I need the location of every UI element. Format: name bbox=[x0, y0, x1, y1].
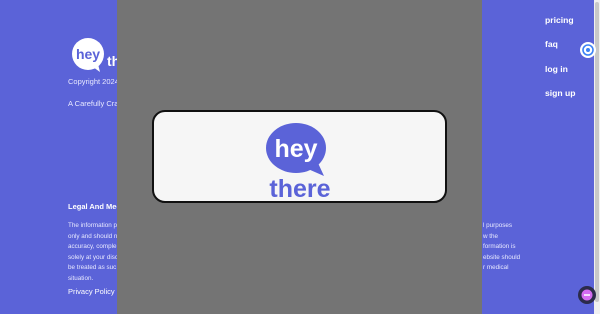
legal-text-left: The information p only and should n accu… bbox=[68, 221, 118, 285]
legal-title: Legal And Med bbox=[68, 202, 122, 211]
copyright-text: Copyright 2024 bbox=[68, 77, 119, 86]
legal-text-right: l purposes w the formation is ebsite sho… bbox=[483, 221, 520, 274]
splash-modal: hey there bbox=[152, 110, 447, 203]
legal-line: The information p bbox=[68, 222, 118, 229]
logo-word-hey: hey bbox=[274, 135, 317, 163]
legal-line: solely at your disc bbox=[68, 253, 119, 261]
legal-line: situation. bbox=[68, 274, 94, 282]
footer-logo[interactable]: hey th bbox=[67, 38, 123, 72]
svg-text:hey: hey bbox=[76, 46, 100, 62]
tagline-text: A Carefully Craft bbox=[68, 99, 123, 108]
chat-icon bbox=[581, 289, 593, 301]
chat-widget-button[interactable] bbox=[578, 286, 596, 304]
privacy-policy-link[interactable]: Privacy Policy bbox=[68, 287, 115, 296]
legal-line: l purposes bbox=[483, 222, 513, 229]
footer-nav: pricing faq log in sign up bbox=[545, 15, 576, 113]
translate-icon bbox=[582, 44, 594, 56]
nav-login-link[interactable]: log in bbox=[545, 64, 576, 88]
nav-signup-link[interactable]: sign up bbox=[545, 88, 576, 112]
legal-line: ebsite should bbox=[483, 253, 521, 261]
logo-word-there: there bbox=[269, 175, 330, 200]
legal-line: accuracy, comple bbox=[68, 243, 117, 251]
nav-pricing-link[interactable]: pricing bbox=[545, 15, 576, 39]
legal-line: be treated as suc bbox=[68, 264, 117, 272]
hey-there-logo: hey there bbox=[266, 123, 331, 200]
legal-line: only and should n bbox=[68, 232, 118, 240]
translate-widget-button[interactable] bbox=[580, 42, 596, 58]
nav-faq-link[interactable]: faq bbox=[545, 39, 576, 63]
legal-line: w the bbox=[483, 232, 499, 240]
legal-line: r medical bbox=[483, 264, 509, 272]
legal-line: formation is bbox=[483, 243, 516, 251]
